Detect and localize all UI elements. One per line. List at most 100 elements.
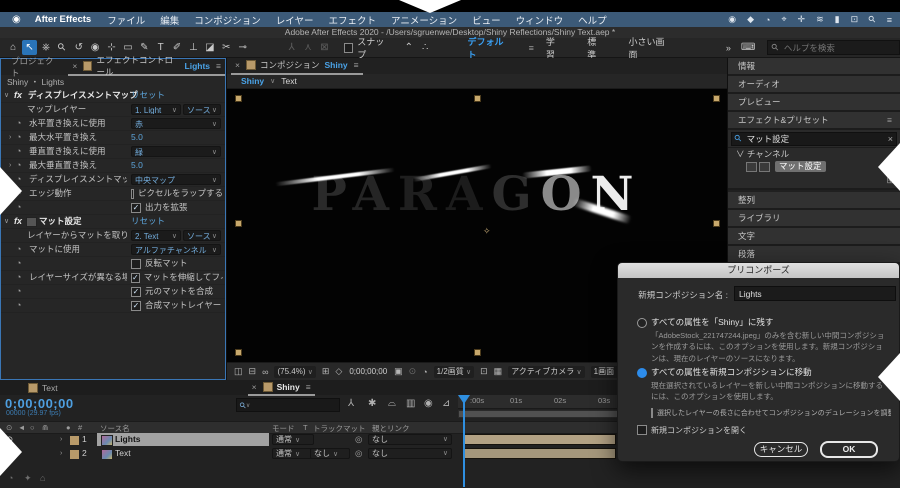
breadcrumb-layer[interactable]: Text xyxy=(281,76,297,86)
panel-libraries[interactable]: ライブラリ xyxy=(728,210,900,228)
puppet-pin-tool[interactable]: ⊸ xyxy=(235,40,249,55)
expand-icon[interactable]: › xyxy=(60,433,62,446)
close-icon[interactable]: × xyxy=(252,382,257,392)
number-col-header[interactable]: # xyxy=(78,423,82,432)
snap-checkbox[interactable] xyxy=(344,43,354,53)
zoom-dropdown[interactable]: (75.4%) ∨ xyxy=(274,366,315,378)
effects-result-row[interactable]: マット設定 xyxy=(728,160,900,173)
cancel-button[interactable]: キャンセル xyxy=(754,442,808,457)
expand-icon[interactable]: › xyxy=(9,131,11,144)
label-col-header[interactable]: ● xyxy=(66,423,71,432)
layer-handle[interactable] xyxy=(713,95,720,102)
composite-matte-checkbox[interactable] xyxy=(131,287,141,297)
workspace-learn[interactable]: 学習 xyxy=(546,35,563,61)
panel-menu-icon[interactable]: ≡ xyxy=(216,61,221,71)
pen-tool[interactable]: ✎ xyxy=(137,40,151,55)
shared-project-icon[interactable]: ⌨ xyxy=(741,40,755,55)
max-horizontal-value[interactable]: 5.0 xyxy=(131,131,143,144)
panel-info[interactable]: 情報 xyxy=(728,58,900,76)
menu-item-window[interactable]: ウィンドウ xyxy=(516,13,564,27)
pan-behind-tool[interactable]: ⊹ xyxy=(104,40,118,55)
bluetooth-icon[interactable]: ✛ xyxy=(798,14,806,25)
workspace-overflow-chevrons[interactable]: » xyxy=(726,43,731,53)
expand-icon[interactable]: › xyxy=(60,447,62,460)
new-comp-name-input[interactable] xyxy=(734,286,896,301)
frame-blend-icon[interactable]: ▥ xyxy=(406,398,415,409)
time-machine-icon[interactable]: ◔ xyxy=(765,15,770,25)
effect-name[interactable]: ディスプレイスメントマップ xyxy=(28,89,138,102)
clone-stamp-tool[interactable]: ⊥ xyxy=(186,40,200,55)
menu-item-effect[interactable]: エフェクト xyxy=(329,13,377,27)
mode-dropdown[interactable]: 通常∨ xyxy=(272,448,314,459)
expand-modes-icon[interactable]: ✦ xyxy=(24,473,32,484)
layer-label-swatch[interactable] xyxy=(69,435,80,446)
expand-inout-icon[interactable]: ⌂ xyxy=(40,473,45,483)
type-tool[interactable]: T xyxy=(154,40,168,55)
workspace-small-screen[interactable]: 小さい画面 xyxy=(628,35,671,61)
reset-link[interactable]: リセット xyxy=(131,215,165,228)
effects-search-input[interactable] xyxy=(745,133,888,145)
panel-effects-presets[interactable]: エフェクト&プリセット ≡ xyxy=(728,112,900,130)
map-source-dropdown[interactable]: ソース∨ xyxy=(183,104,221,115)
open-comp-checkbox-row[interactable]: 新規コンポジションを開く xyxy=(637,425,887,436)
use-for-matte-dropdown[interactable]: アルファチャンネル∨ xyxy=(131,244,221,255)
close-icon[interactable]: × xyxy=(72,61,77,71)
panel-menu-icon[interactable]: ≡ xyxy=(887,112,892,128)
stopwatch-icon[interactable]: ◔ xyxy=(16,271,21,284)
eraser-tool[interactable]: ◪ xyxy=(203,40,217,55)
playhead-line[interactable] xyxy=(463,395,465,487)
tab-timeline-text[interactable]: Text xyxy=(24,383,58,393)
close-icon[interactable]: × xyxy=(235,60,240,70)
stopwatch-icon[interactable]: ◔ xyxy=(16,285,21,298)
expand-output-checkbox[interactable] xyxy=(131,203,141,213)
preview-quality-icon[interactable]: ◫ xyxy=(234,366,243,377)
layer-handle[interactable] xyxy=(474,349,481,356)
graph-editor-icon[interactable]: ⊿ xyxy=(442,398,450,409)
layer-handle[interactable] xyxy=(235,220,242,227)
apple-menu-icon[interactable]: ◉ xyxy=(12,14,21,25)
camera-tool[interactable]: ◉ xyxy=(88,40,102,55)
reset-link[interactable]: リセット xyxy=(131,89,165,102)
airplay-icon[interactable]: ⊡ xyxy=(851,14,859,25)
menu-item-help[interactable]: ヘルプ xyxy=(578,13,607,27)
draft3d-icon[interactable]: ✱ xyxy=(368,398,376,409)
panel-align[interactable]: 整列 xyxy=(728,192,900,210)
layer-duration-bar[interactable] xyxy=(464,448,616,459)
control-center-icon[interactable]: ≡ xyxy=(887,15,892,25)
layer-anchor-icon[interactable]: ✧ xyxy=(483,226,491,237)
tab-timeline-shiny[interactable]: × Shiny ≡ xyxy=(248,379,315,396)
fx-badge-icon[interactable]: fx xyxy=(14,215,22,228)
layer-name[interactable]: Text xyxy=(115,447,131,460)
chevron-down-icon[interactable]: ∨ xyxy=(270,77,275,85)
matte-layer-dropdown[interactable]: 2. Text∨ xyxy=(131,230,181,241)
timeline-timecode[interactable]: 0;00;00;00 xyxy=(5,396,74,411)
twisty-icon[interactable]: ∨ xyxy=(4,215,9,228)
pickwhip-icon[interactable]: ◎ xyxy=(355,447,362,460)
parent-dropdown[interactable]: なし∨ xyxy=(368,434,452,445)
app-menu[interactable]: After Effects xyxy=(35,14,92,25)
wifi-icon[interactable]: ≋ xyxy=(816,14,824,25)
menu-item-view[interactable]: ビュー xyxy=(472,13,501,27)
panel-character[interactable]: 文字 xyxy=(728,228,900,246)
panel-menu-icon[interactable]: ≡ xyxy=(306,382,311,392)
stopwatch-icon[interactable]: ◔ xyxy=(16,243,21,256)
parent-dropdown[interactable]: なし∨ xyxy=(368,448,452,459)
roto-brush-tool[interactable]: ✂ xyxy=(219,40,233,55)
motion-blur-icon[interactable]: ◉ xyxy=(424,398,433,409)
vertical-channel-dropdown[interactable]: 緑∨ xyxy=(131,146,221,157)
comp-flowchart-icon[interactable]: ⅄ xyxy=(348,398,354,409)
invert-matte-checkbox[interactable] xyxy=(131,259,141,269)
brush-tool[interactable]: ✐ xyxy=(170,40,184,55)
workspace-standard[interactable]: 標準 xyxy=(587,35,604,61)
creative-cloud-icon[interactable]: ◉ xyxy=(728,14,736,25)
layer-handle[interactable] xyxy=(713,220,720,227)
effect-header-set-matte[interactable]: ∨ fx マット設定 リセット xyxy=(1,215,225,229)
open-comp-checkbox[interactable] xyxy=(637,425,647,435)
fx-badge-icon[interactable]: fx xyxy=(14,89,22,102)
panel-audio[interactable]: オーディオ xyxy=(728,76,900,94)
rotation-tool[interactable]: ↺ xyxy=(72,40,86,55)
stopwatch-icon[interactable]: ◔ xyxy=(16,117,21,130)
stretch-matte-checkbox[interactable] xyxy=(131,273,140,283)
ok-button[interactable]: OK xyxy=(820,441,878,458)
shape-tool[interactable]: ▭ xyxy=(121,40,135,55)
